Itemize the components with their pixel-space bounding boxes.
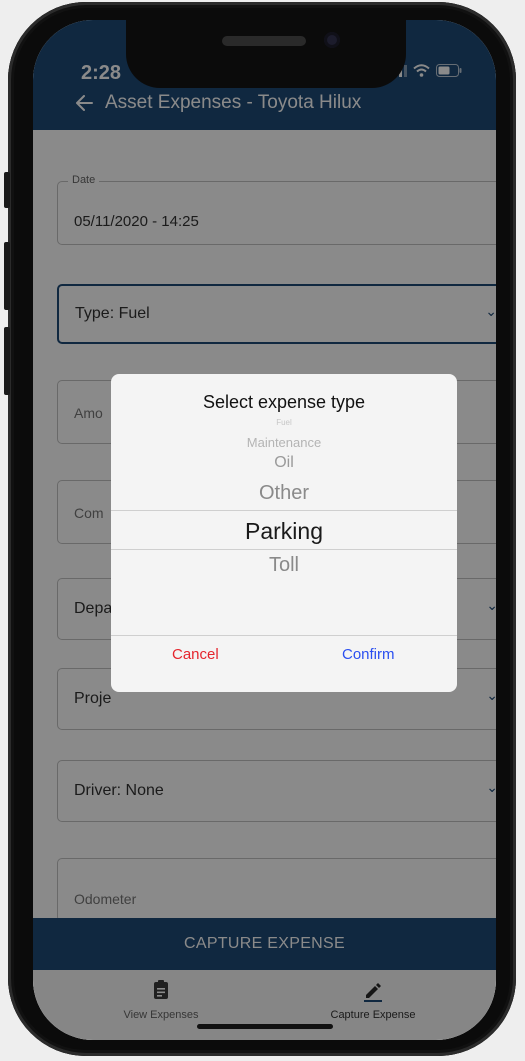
picker-selection-top — [111, 510, 457, 511]
screen: 2:28 Asset Expenses - Toyota Hilux Date … — [33, 20, 496, 1040]
dialog-divider — [111, 635, 457, 636]
dialog-title: Select expense type — [202, 392, 366, 412]
picker-item[interactable]: Other — [111, 482, 457, 505]
volume-up-button — [4, 242, 10, 310]
picker-item[interactable]: Oil — [111, 454, 457, 472]
notch — [126, 20, 406, 88]
mute-switch — [4, 172, 10, 208]
expense-type-dialog: Select expense type Fuel Maintenance Oil… — [111, 374, 457, 692]
confirm-button[interactable]: Confirm — [342, 646, 395, 663]
cancel-button[interactable]: Cancel — [172, 646, 219, 663]
picker-item-selected[interactable]: Parking — [111, 518, 457, 545]
front-camera — [324, 32, 340, 48]
picker-item-faded: Fuel — [276, 418, 292, 427]
speaker — [222, 36, 306, 46]
picker-selection-bottom — [111, 549, 457, 550]
volume-down-button — [4, 327, 10, 395]
picker-item[interactable]: Toll — [111, 554, 457, 577]
picker-item[interactable]: Maintenance — [111, 435, 457, 450]
home-indicator[interactable] — [197, 1024, 333, 1029]
